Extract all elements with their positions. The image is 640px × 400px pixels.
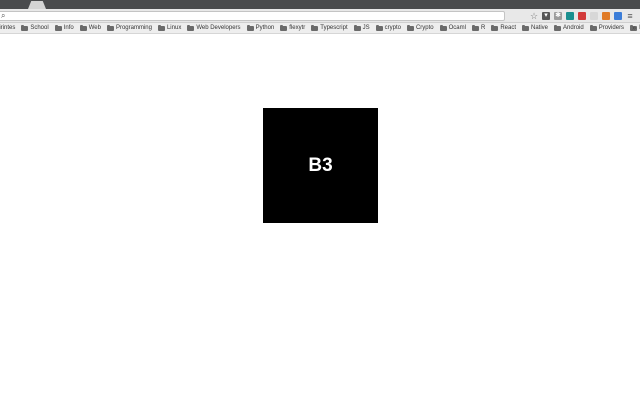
bookmark-label: crypto [384, 25, 401, 31]
b3-box: B3 [263, 108, 378, 223]
folder-icon [21, 25, 29, 31]
bookmark-label: Web Developers [196, 25, 241, 31]
bookmark-item[interactable]: crypto [375, 23, 401, 33]
bookmark-label: JS [362, 25, 370, 31]
bookmarks-overflow-button[interactable]: » [632, 23, 636, 33]
tab-strip [0, 0, 640, 9]
bookmark-item[interactable]: Android [554, 23, 584, 33]
folder-icon [589, 25, 597, 31]
browser-window: ⌕ ☆▾✱≡ LirintesSchoolInfoWebProgrammingL… [0, 0, 640, 400]
star-icon[interactable]: ☆ [530, 12, 538, 20]
bookmark-item[interactable]: Web [79, 23, 101, 33]
page-viewport: B3 [0, 35, 640, 400]
extension-puzzle-icon[interactable]: ✱ [554, 12, 562, 20]
extension-shield-icon[interactable]: ▾ [542, 12, 550, 20]
bookmark-item[interactable]: Lirintes [0, 23, 16, 33]
bookmark-label: Providers [598, 25, 625, 31]
browser-toolbar: ⌕ ☆ ▾ ✱ ≡ [0, 9, 640, 23]
bookmark-item[interactable]: Crypto [406, 23, 434, 33]
bookmark-item[interactable]: School [21, 23, 49, 33]
extension-orange-icon[interactable] [602, 12, 610, 20]
folder-icon [522, 25, 530, 31]
bookmark-item[interactable]: Web Developers [187, 23, 241, 33]
folder-icon [79, 25, 87, 31]
folder-icon [187, 25, 195, 31]
folder-icon [246, 25, 254, 31]
folder-icon [106, 25, 114, 31]
extension-red-icon[interactable] [578, 12, 586, 20]
folder-icon [554, 25, 562, 31]
folder-icon [280, 25, 288, 31]
bookmark-label: React [500, 25, 517, 31]
folder-icon [471, 25, 479, 31]
browser-tab[interactable] [28, 1, 46, 9]
bookmark-item[interactable]: Info [54, 23, 74, 33]
bookmark-item[interactable]: Providers [589, 23, 625, 33]
folder-icon [311, 25, 319, 31]
bookmark-label: Web [88, 25, 101, 31]
bookmark-label: Crypto [415, 25, 434, 31]
bookmark-item[interactable]: R [471, 23, 486, 33]
folder-icon [406, 25, 414, 31]
extension-blue-icon[interactable] [614, 12, 622, 20]
bookmark-label: Lirintes [0, 25, 16, 31]
extension-teal-icon[interactable] [566, 12, 574, 20]
address-bar[interactable]: ⌕ [0, 11, 505, 21]
b3-label: B3 [308, 154, 333, 176]
bookmarks-list: Lirintes School Info Web Programming Linux Web… [0, 23, 640, 33]
bookmark-item[interactable]: Python [246, 23, 275, 33]
bookmark-label: Info [63, 25, 74, 31]
folder-icon [439, 25, 447, 31]
folder-icon [491, 25, 499, 31]
extension-pale-icon[interactable] [590, 12, 598, 20]
bookmark-label: Android [563, 25, 584, 31]
bookmark-item[interactable]: Linux [157, 23, 182, 33]
bookmark-label: Typescript [320, 25, 348, 31]
bookmark-label: Python [255, 25, 275, 31]
folder-icon [353, 25, 361, 31]
bookmarks-bar: Lirintes School Info Web Programming Linux Web… [0, 23, 640, 34]
bookmark-label: Ocaml [448, 25, 466, 31]
bookmark-item[interactable]: React [491, 23, 517, 33]
menu-icon[interactable]: ≡ [626, 12, 634, 20]
folder-icon [375, 25, 383, 31]
bookmark-label: Linux [166, 25, 182, 31]
bookmark-item[interactable]: JS [353, 23, 370, 33]
bookmark-label: Programming [115, 25, 152, 31]
folder-icon [54, 25, 62, 31]
folder-icon [157, 25, 165, 31]
bookmark-item[interactable]: Programming [106, 23, 152, 33]
bookmark-label: R [480, 25, 486, 31]
bookmark-label: School [30, 25, 49, 31]
search-icon: ⌕ [1, 11, 6, 20]
bookmark-item[interactable]: Ocaml [439, 23, 466, 33]
bookmark-label: Native [531, 25, 549, 31]
extension-icons: ☆ ▾ ✱ ≡ [530, 10, 634, 22]
bookmark-label: flexytr [289, 25, 306, 31]
bookmark-item[interactable]: Native [522, 23, 549, 33]
bookmark-item[interactable]: flexytr [280, 23, 306, 33]
bookmark-item[interactable]: Typescript [311, 23, 348, 33]
